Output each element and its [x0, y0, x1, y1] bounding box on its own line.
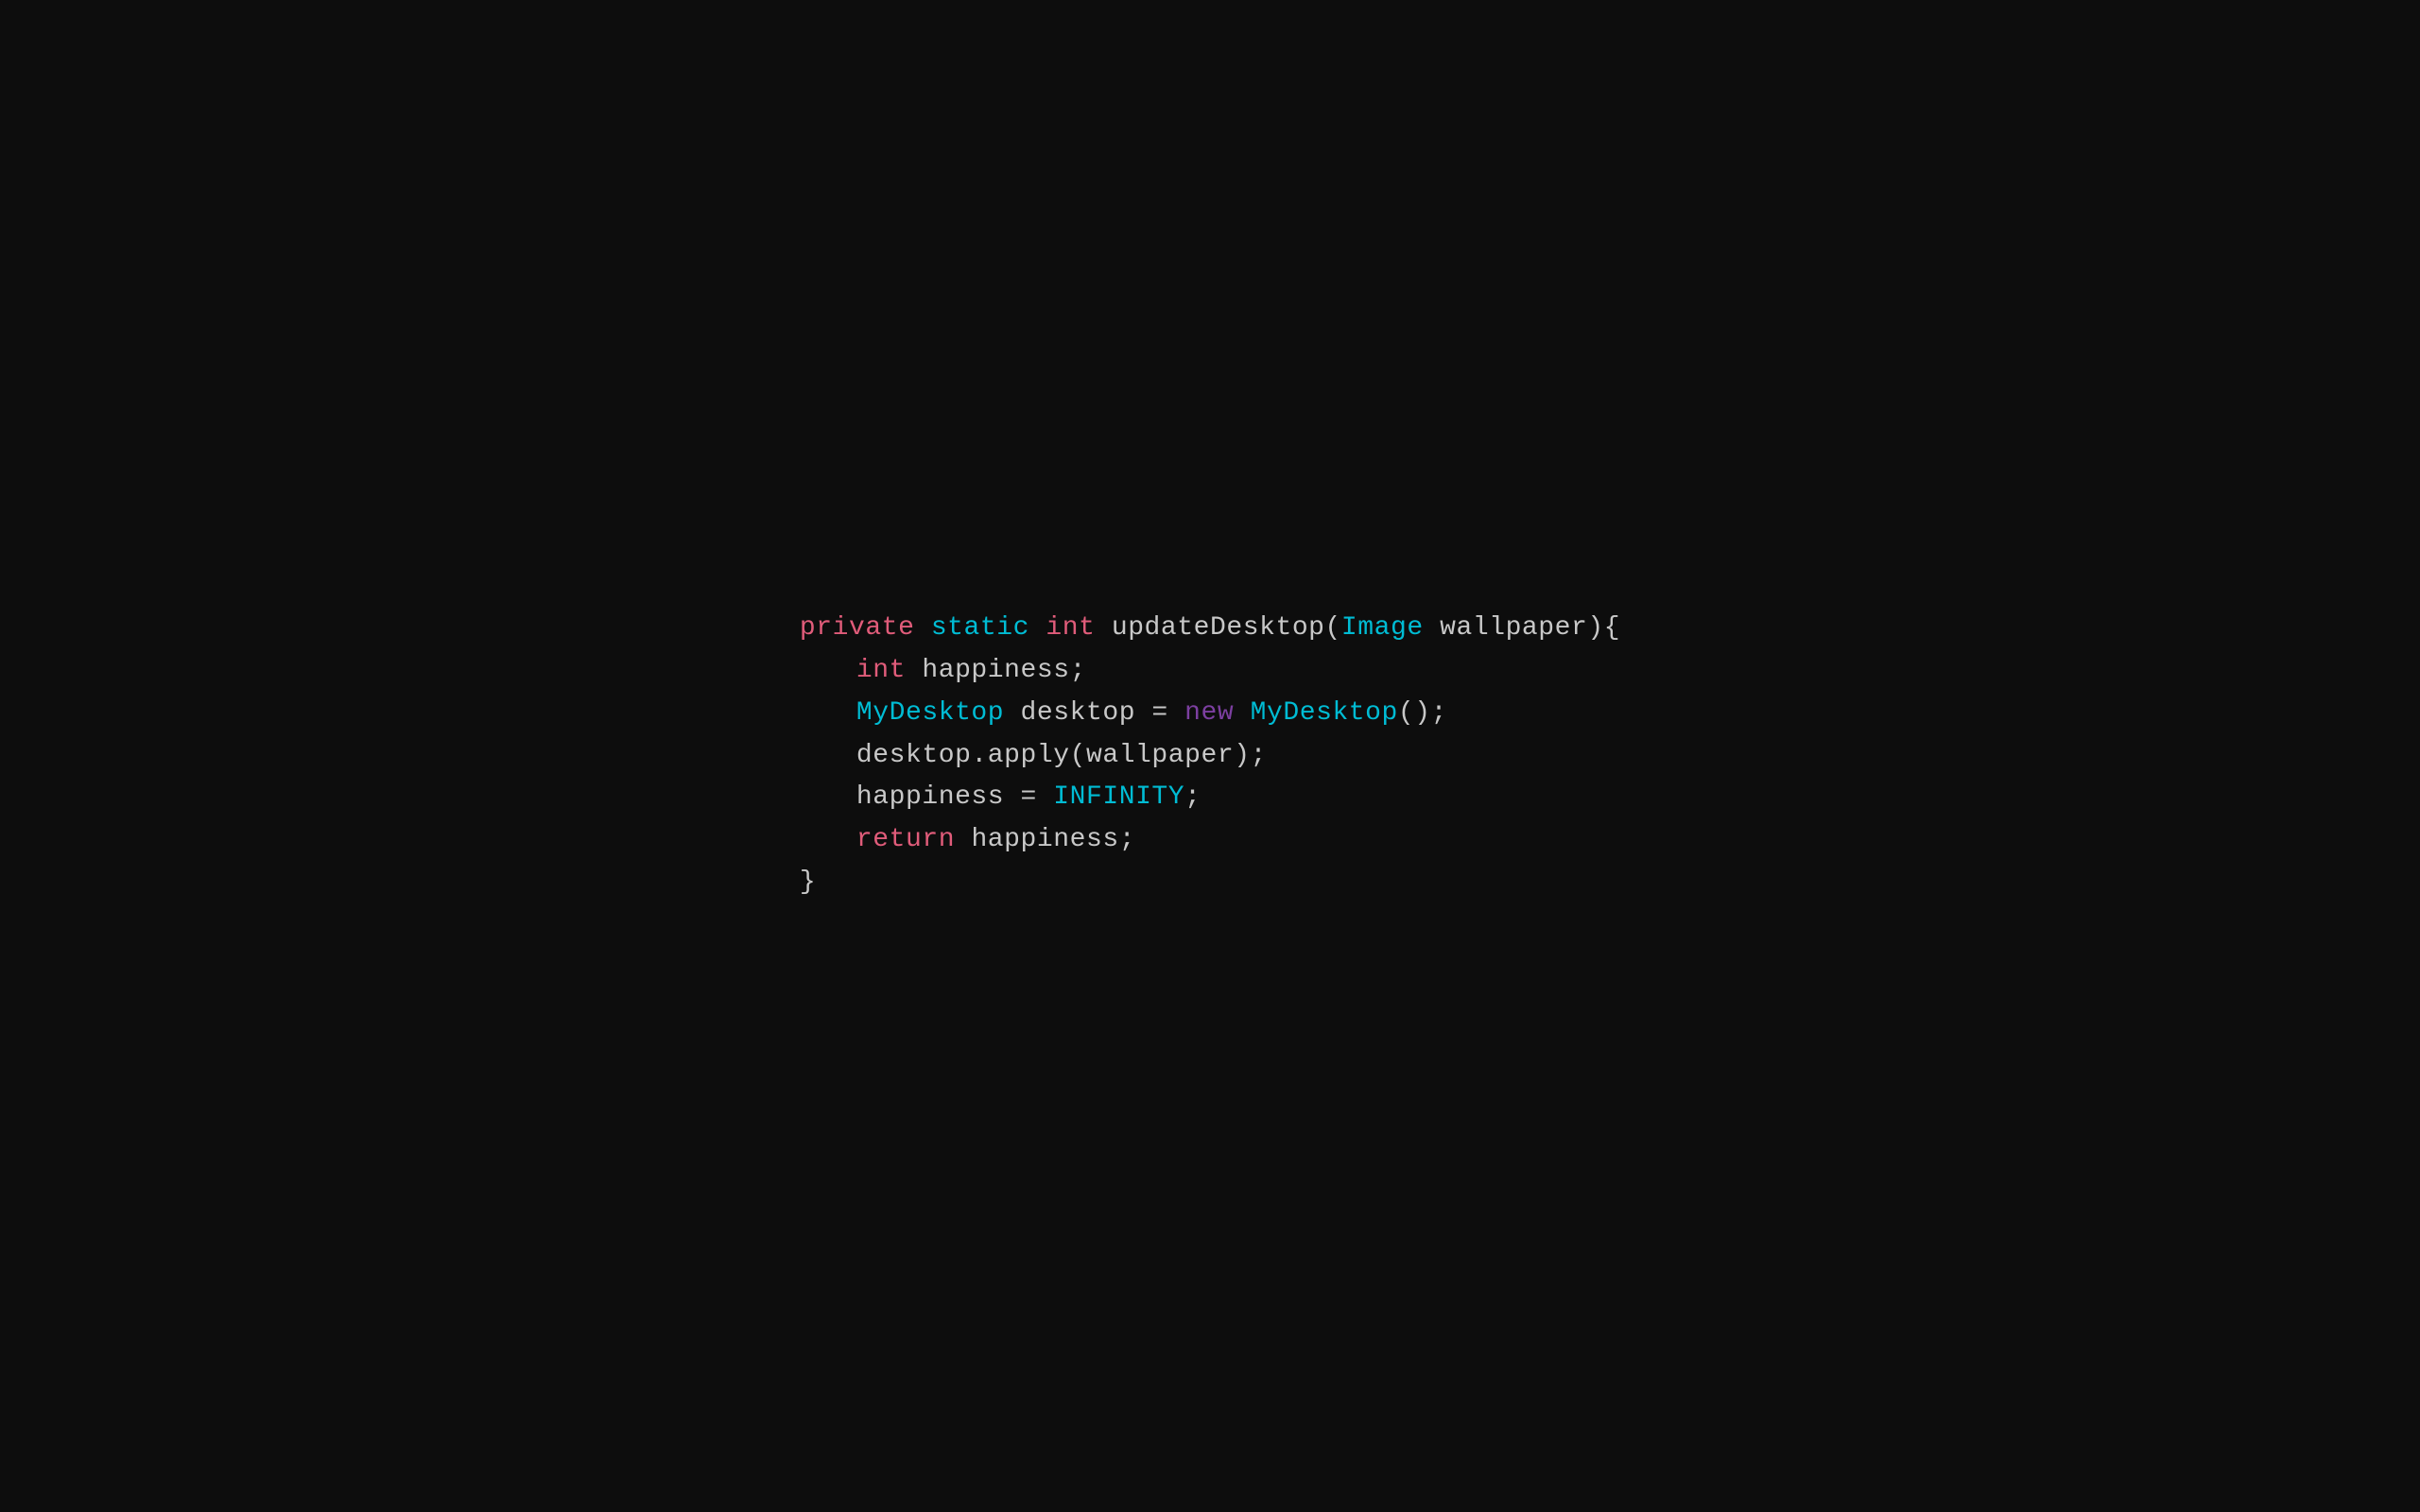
indent [800, 650, 856, 693]
type-mydesktop-1: MyDesktop [856, 693, 1004, 735]
semicolon: ; [1184, 777, 1201, 819]
code-line-3: MyDesktop desktop = new MyDesktop(); [800, 693, 1620, 735]
keyword-int-1: int [1046, 608, 1095, 650]
param-wallpaper: wallpaper){ [1424, 608, 1620, 650]
closing-brace: } [800, 862, 816, 904]
space [1029, 608, 1046, 650]
constructor-call: (); [1398, 693, 1447, 735]
type-image: Image [1341, 608, 1424, 650]
method-apply: desktop.apply(wallpaper); [856, 735, 1267, 778]
code-line-6: return happiness; [800, 819, 1620, 862]
indent [800, 777, 856, 819]
keyword-static: static [931, 608, 1029, 650]
code-line-7: } [800, 862, 1620, 904]
indent [800, 819, 856, 862]
keyword-private: private [800, 608, 915, 650]
space [1234, 693, 1250, 735]
keyword-int-2: int [856, 650, 906, 693]
var-happiness-decl: happiness; [906, 650, 1086, 693]
constant-infinity: INFINITY [1053, 777, 1184, 819]
code-line-1: private static int updateDesktop(Image w… [800, 608, 1620, 650]
space [914, 608, 930, 650]
return-value: happiness; [955, 819, 1135, 862]
var-desktop: desktop = [1004, 693, 1184, 735]
happiness-assign: happiness = [856, 777, 1053, 819]
code-line-2: int happiness; [800, 650, 1620, 693]
keyword-new: new [1184, 693, 1234, 735]
type-mydesktop-2: MyDesktop [1251, 693, 1398, 735]
code-line-5: happiness = INFINITY; [800, 777, 1620, 819]
indent [800, 693, 856, 735]
method-name: updateDesktop( [1095, 608, 1340, 650]
code-line-4: desktop.apply(wallpaper); [800, 735, 1620, 778]
indent [800, 735, 856, 778]
keyword-return: return [856, 819, 955, 862]
code-block: private static int updateDesktop(Image w… [800, 608, 1620, 904]
